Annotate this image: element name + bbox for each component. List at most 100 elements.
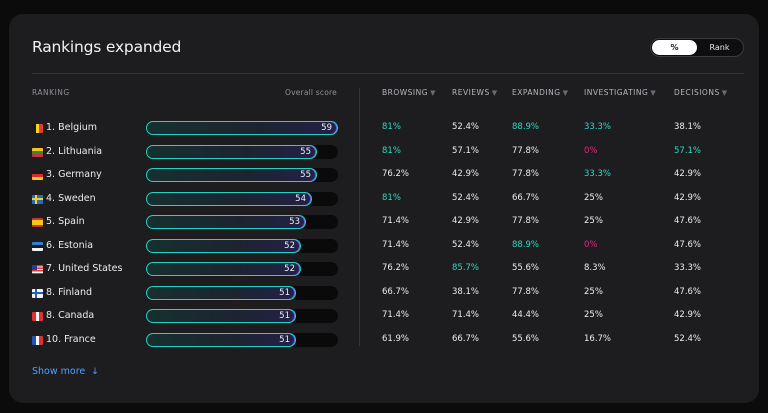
estonia-flag-icon: [32, 241, 43, 251]
browsing-cell: 76.2%: [382, 263, 410, 273]
browsing-cell: 71.4%: [382, 239, 410, 250]
overall-score-value: 53: [289, 217, 300, 227]
browsing-cell: 76.2%: [382, 169, 410, 179]
toggle-percent[interactable]: %: [652, 40, 697, 55]
show-more-link[interactable]: Show more ↓: [32, 366, 99, 377]
expanding-cell: 44.4%: [512, 310, 540, 320]
browsing-cell: 81%: [382, 192, 401, 203]
sort-caret-icon: ▼: [491, 89, 498, 97]
view-toggle[interactable]: % Rank: [650, 38, 744, 57]
header-browsing[interactable]: BROWSING ▼: [382, 88, 436, 97]
browsing-cell: 71.4%: [382, 310, 410, 320]
canada-flag-icon: [32, 312, 43, 321]
expanding-cell: 77.8%: [512, 286, 540, 297]
overall-score-value: 51: [279, 287, 290, 298]
header-reviews[interactable]: REVIEWS ▼: [452, 88, 498, 97]
browsing-cell: 81%: [382, 145, 401, 156]
overall-score-value: 55: [300, 146, 311, 157]
country-name: 8. Finland: [46, 286, 93, 298]
reviews-cell: 38.1%: [452, 286, 480, 297]
investigating-cell: 16.7%: [584, 333, 612, 344]
expanding-cell: 77.8%: [512, 145, 540, 156]
country-name: 4. Sweden: [46, 192, 96, 204]
reviews-cell: 85.7%: [452, 263, 480, 273]
header-investigating[interactable]: INVESTIGATING ▼: [584, 88, 656, 97]
decisions-cell: 33.3%: [674, 263, 702, 273]
belgium-flag-icon: [32, 124, 43, 133]
browsing-cell: 66.7%: [382, 286, 410, 297]
table-row[interactable]: 4. Sweden 54 81% 52.4% 66.7% 25% 42.9%: [9, 191, 759, 211]
table-row[interactable]: 1. Belgium 59 81% 52.4% 88.9% 33.3% 38.1%: [9, 120, 759, 140]
show-more-label: Show more: [32, 366, 86, 377]
country-name: 8. Canada: [46, 310, 95, 321]
decisions-cell: 47.6%: [674, 286, 702, 297]
overall-score-value: 51: [279, 311, 290, 321]
toggle-rank[interactable]: Rank: [697, 40, 742, 55]
decisions-cell: 38.1%: [674, 122, 702, 132]
header-label: REVIEWS: [452, 88, 490, 97]
header-divider: [32, 73, 744, 74]
header-expanding[interactable]: EXPANDING ▼: [512, 88, 568, 97]
reviews-cell: 52.4%: [452, 239, 480, 250]
score-bar-fill: [146, 121, 338, 135]
page-title: Rankings expanded: [32, 38, 182, 56]
overall-score-value: 52: [284, 240, 295, 251]
decisions-cell: 57.1%: [674, 145, 702, 156]
decisions-cell: 47.6%: [674, 239, 702, 250]
table-row[interactable]: 5. Spain 53 71.4% 42.9% 77.8% 25% 47.6%: [9, 214, 759, 234]
expanding-cell: 88.9%: [512, 239, 540, 250]
browsing-cell: 81%: [382, 122, 401, 132]
table-row[interactable]: 2. Lithuania 55 81% 57.1% 77.8% 0% 57.1%: [9, 144, 759, 164]
browsing-cell: 61.9%: [382, 333, 410, 344]
expanding-cell: 66.7%: [512, 192, 540, 203]
reviews-cell: 57.1%: [452, 145, 480, 156]
reviews-cell: 52.4%: [452, 192, 480, 203]
header-ranking: RANKING: [32, 88, 70, 97]
sort-caret-icon: ▼: [650, 89, 657, 97]
decisions-cell: 47.6%: [674, 216, 702, 226]
france-flag-icon: [32, 335, 43, 345]
expanding-cell: 55.6%: [512, 263, 540, 273]
overall-score-value: 55: [300, 170, 311, 180]
rankings-card: Rankings expanded % Rank RANKING Overall…: [9, 14, 759, 403]
country-name: 5. Spain: [46, 216, 85, 227]
table-row[interactable]: 6. Estonia 52 71.4% 52.4% 88.9% 0% 47.6%: [9, 238, 759, 258]
overall-score-value: 51: [279, 334, 290, 345]
header-label: INVESTIGATING: [584, 88, 649, 97]
reviews-cell: 52.4%: [452, 122, 480, 132]
investigating-cell: 25%: [584, 192, 603, 203]
table-row[interactable]: 8. Finland 51 66.7% 38.1% 77.8% 25% 47.6%: [9, 285, 759, 305]
investigating-cell: 25%: [584, 310, 603, 320]
expanding-cell: 77.8%: [512, 216, 540, 226]
header-overall-score: Overall score: [285, 88, 337, 97]
finland-flag-icon: [32, 288, 43, 298]
country-name: 7. United States: [46, 263, 123, 274]
table-row[interactable]: 3. Germany 55 76.2% 42.9% 77.8% 33.3% 42.9%: [9, 167, 759, 187]
lithuania-flag-icon: [32, 147, 43, 157]
expanding-cell: 55.6%: [512, 333, 540, 344]
country-name: 1. Belgium: [46, 122, 98, 133]
investigating-cell: 25%: [584, 286, 603, 297]
table-row[interactable]: 10. France 51 61.9% 66.7% 55.6% 16.7% 52.4%: [9, 332, 759, 352]
header-label: EXPANDING: [512, 88, 561, 97]
germany-flag-icon: [32, 171, 43, 180]
investigating-cell: 0%: [584, 145, 598, 156]
header-decisions[interactable]: DECISIONS ▼: [674, 88, 728, 97]
reviews-cell: 66.7%: [452, 333, 480, 344]
reviews-cell: 71.4%: [452, 310, 480, 320]
reviews-cell: 42.9%: [452, 216, 480, 226]
sort-caret-icon: ▼: [721, 89, 728, 97]
investigating-cell: 8.3%: [584, 263, 606, 273]
overall-score-value: 52: [284, 264, 295, 274]
country-name: 2. Lithuania: [46, 145, 103, 157]
investigating-cell: 33.3%: [584, 169, 612, 179]
investigating-cell: 0%: [584, 239, 598, 250]
header-label: DECISIONS: [674, 88, 720, 97]
table-row[interactable]: 7. United States 52 76.2% 85.7% 55.6% 8.3% 33.…: [9, 261, 759, 281]
decisions-cell: 52.4%: [674, 333, 702, 344]
decisions-cell: 42.9%: [674, 310, 702, 320]
header-label: BROWSING: [382, 88, 429, 97]
decisions-cell: 42.9%: [674, 169, 702, 179]
investigating-cell: 33.3%: [584, 122, 612, 132]
table-row[interactable]: 8. Canada 51 71.4% 71.4% 44.4% 25% 42.9%: [9, 308, 759, 328]
